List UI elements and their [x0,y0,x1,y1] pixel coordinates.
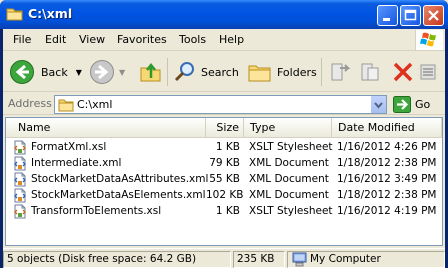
move-to-button[interactable] [329,57,353,87]
toolbar-separator [321,58,322,86]
go-label: Go [415,98,431,111]
delete-button[interactable] [391,57,415,87]
forward-dropdown-icon[interactable]: ▼ [119,68,125,77]
xml-file-icon [14,172,26,187]
status-size: 235 KB [233,251,285,268]
file-type: XML Document [249,173,329,185]
status-objects: 5 objects (Disk free space: 64.2 GB) [3,251,231,268]
file-date-modified: 1/16/2012 4:26 PM [337,141,437,153]
search-button[interactable]: Search [173,57,239,87]
xml-file-icon [14,188,26,203]
window-client-area: File Edit View Favorites Tools Help Back… [3,29,445,268]
menu-tools[interactable]: Tools [179,33,206,46]
close-button[interactable] [423,5,444,26]
folder-icon [58,99,74,112]
status-location: My Computer [287,251,445,268]
status-location-label: My Computer [310,253,381,265]
file-type: XML Document [249,189,329,201]
file-name: TransformToElements.xsl [31,205,162,217]
column-header-type[interactable]: Type [244,118,332,137]
copy-to-button[interactable] [359,57,383,87]
back-arrow-icon [10,60,34,84]
file-row[interactable]: StockMarketDataAsAttributes.xml 55 KB XML … [6,172,442,188]
xml-file-icon [14,156,26,171]
explorer-window: C:\xml File Edit View Favorites Tools He… [0,0,448,268]
menu-favorites[interactable]: Favorites [117,33,167,46]
file-size: 1 KB [215,205,240,217]
file-type: XSLT Stylesheet [249,141,333,153]
move-to-icon [331,63,351,81]
file-type: XML Document [249,157,329,169]
maximize-button[interactable] [400,5,421,26]
file-size: 102 KB [206,189,244,201]
back-dropdown-icon[interactable]: ▼ [76,68,82,77]
file-name: Intermediate.xml [31,157,122,169]
menu-edit[interactable]: Edit [45,33,66,46]
file-size: 55 KB [209,173,240,185]
menu-help[interactable]: Help [219,33,244,46]
views-icon [420,64,436,80]
title-bar[interactable]: C:\xml [0,0,448,29]
file-name: StockMarketDataAsAttributes.xml [31,173,209,185]
folders-icon [248,65,271,82]
file-row[interactable]: TransformToElements.xsl 1 KB XSLT Styleshe… [6,204,442,220]
file-list[interactable]: Name Size Type Date Modified FormatXml.x… [5,117,443,246]
file-date-modified: 1/16/2012 3:49 PM [337,173,437,185]
up-folder-button[interactable] [139,57,163,87]
go-arrow-icon [393,96,411,113]
maximize-icon [404,9,417,21]
xsl-file-icon [14,140,26,155]
folder-icon [6,8,23,21]
toolbar: Back ▼ ▼ Search Folders [3,52,445,92]
views-button[interactable] [419,57,439,87]
address-value: C:\xml [77,98,113,111]
column-header-name[interactable]: Name [6,118,206,137]
file-name: StockMarketDataAsElements.xml [31,189,206,201]
file-size: 79 KB [209,157,240,169]
list-header: Name Size Type Date Modified [6,118,442,138]
file-row[interactable]: FormatXml.xsl 1 KB XSLT Stylesheet 1/16/201… [6,140,442,156]
up-folder-icon [140,62,161,82]
address-input[interactable]: C:\xml [54,95,387,114]
forward-arrow-icon [90,60,114,84]
file-date-modified: 1/18/2012 2:38 PM [337,189,437,201]
windows-logo-icon [415,30,443,50]
status-bar: 5 objects (Disk free space: 64.2 GB) 235… [3,248,445,268]
search-label: Search [201,65,239,79]
back-button[interactable]: Back ▼ [9,57,82,87]
my-computer-icon [292,252,307,267]
folders-label: Folders [277,65,317,79]
forward-button[interactable]: ▼ [89,57,125,87]
file-row[interactable]: Intermediate.xml 79 KB XML Document 1/18/20… [6,156,442,172]
menu-view[interactable]: View [79,33,105,46]
copy-to-icon [361,63,379,81]
column-header-size[interactable]: Size [206,118,244,137]
back-label: Back [41,65,68,79]
folders-button[interactable]: Folders [247,57,317,87]
address-label: Address [8,97,52,110]
minimize-icon [383,18,390,21]
file-date-modified: 1/18/2012 2:38 PM [337,157,437,169]
file-row[interactable]: StockMarketDataAsElements.xml 102 KB XML D… [6,188,442,204]
toolbar-separator [167,58,168,86]
minimize-button[interactable] [377,5,398,26]
file-size: 1 KB [215,141,240,153]
search-icon [174,62,194,82]
menu-bar: File Edit View Favorites Tools Help [3,29,445,51]
chevron-down-icon [374,102,383,109]
file-name: FormatXml.xsl [31,141,107,153]
go-button[interactable]: Go [393,96,430,113]
column-header-date-modified[interactable]: Date Modified [332,118,442,137]
xsl-file-icon [14,204,26,219]
address-dropdown-button[interactable] [370,96,386,113]
window-title: C:\xml [28,6,73,21]
close-icon [428,10,439,21]
delete-icon [393,62,413,82]
file-date-modified: 1/16/2012 4:19 PM [337,205,437,217]
menu-file[interactable]: File [13,33,31,46]
file-type: XSLT Stylesheet [249,205,333,217]
address-bar: Address C:\xml Go [3,93,445,115]
